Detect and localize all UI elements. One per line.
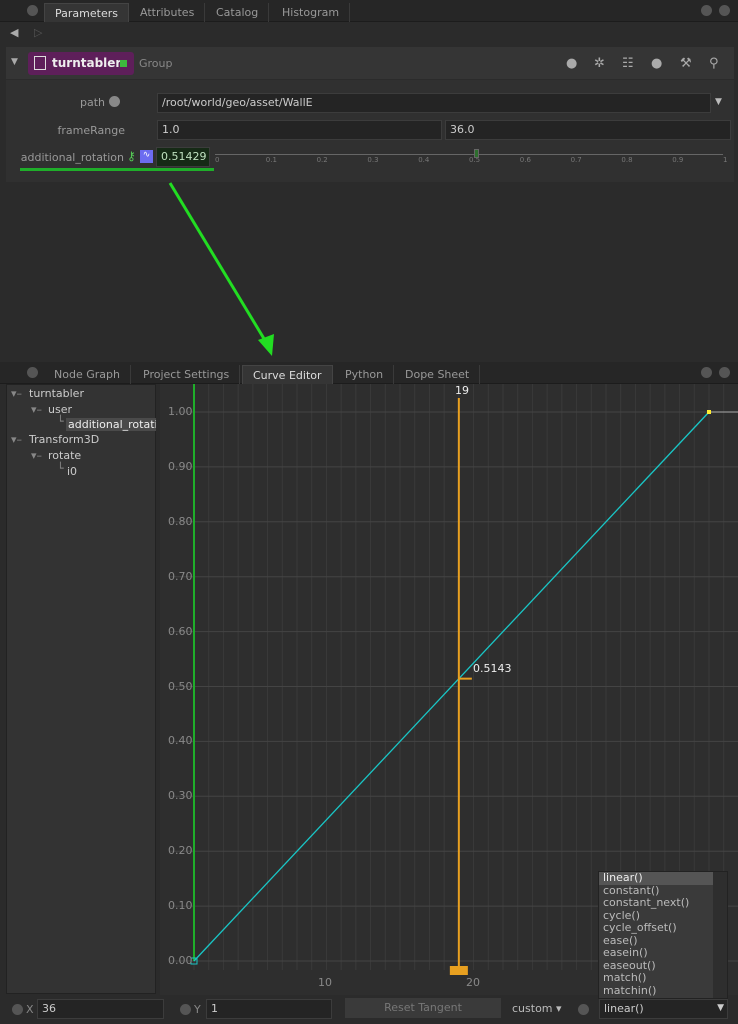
current-frame-label: 19 [455, 384, 469, 397]
x-label: X [26, 1003, 34, 1016]
y-tick-label: 0.90 [168, 459, 193, 473]
reset-tangent-button[interactable]: Reset Tangent [345, 998, 501, 1018]
custom-dropdown[interactable]: custom ▾ [512, 1002, 562, 1015]
y-label: Y [194, 1003, 201, 1016]
expression-value: linear() [604, 1002, 644, 1015]
x-tick-20: 20 [466, 976, 480, 989]
menu-item[interactable]: cycle_offset() [599, 921, 727, 935]
y-tick-label: 0.10 [168, 899, 193, 913]
expression-dropdown[interactable]: linear() ▼ [599, 999, 728, 1019]
y-tick-label: 0.70 [168, 569, 193, 583]
y-tick-label: 0.40 [168, 734, 193, 748]
help-icon[interactable] [578, 1004, 589, 1015]
custom-label: custom [512, 1002, 553, 1015]
y-tick-label: 0.80 [168, 514, 193, 528]
help-icon[interactable] [180, 1004, 191, 1015]
interpolation-dropdown-list: linear() constant() constant_next() cycl… [598, 871, 728, 999]
y-tick-label: 0.00 [168, 954, 193, 967]
y-tick-label: 1.00 [168, 405, 193, 418]
help-icon[interactable] [12, 1004, 23, 1015]
y-tick-label: 0.30 [168, 789, 193, 803]
x-tick-10: 10 [318, 976, 332, 989]
keyframe-point [706, 410, 711, 414]
y-field[interactable]: 1 [206, 999, 332, 1019]
menu-item[interactable]: linear() [599, 871, 727, 885]
menu-item[interactable]: matchin() [599, 984, 727, 998]
y-tick-label: 0.60 [168, 624, 193, 638]
menu-item[interactable]: constant_next() [599, 896, 727, 910]
current-value-label: 0.5143 [473, 662, 512, 675]
menu-item[interactable]: easein() [599, 946, 727, 960]
y-tick-label: 0.20 [168, 844, 193, 858]
x-field[interactable]: 36 [37, 999, 164, 1019]
playhead-handle [449, 966, 468, 975]
chevron-down-icon: ▼ [717, 1003, 724, 1013]
menu-item[interactable]: match() [599, 971, 727, 985]
menu-scrollbar[interactable] [713, 872, 727, 998]
y-tick-label: 0.50 [168, 679, 193, 693]
